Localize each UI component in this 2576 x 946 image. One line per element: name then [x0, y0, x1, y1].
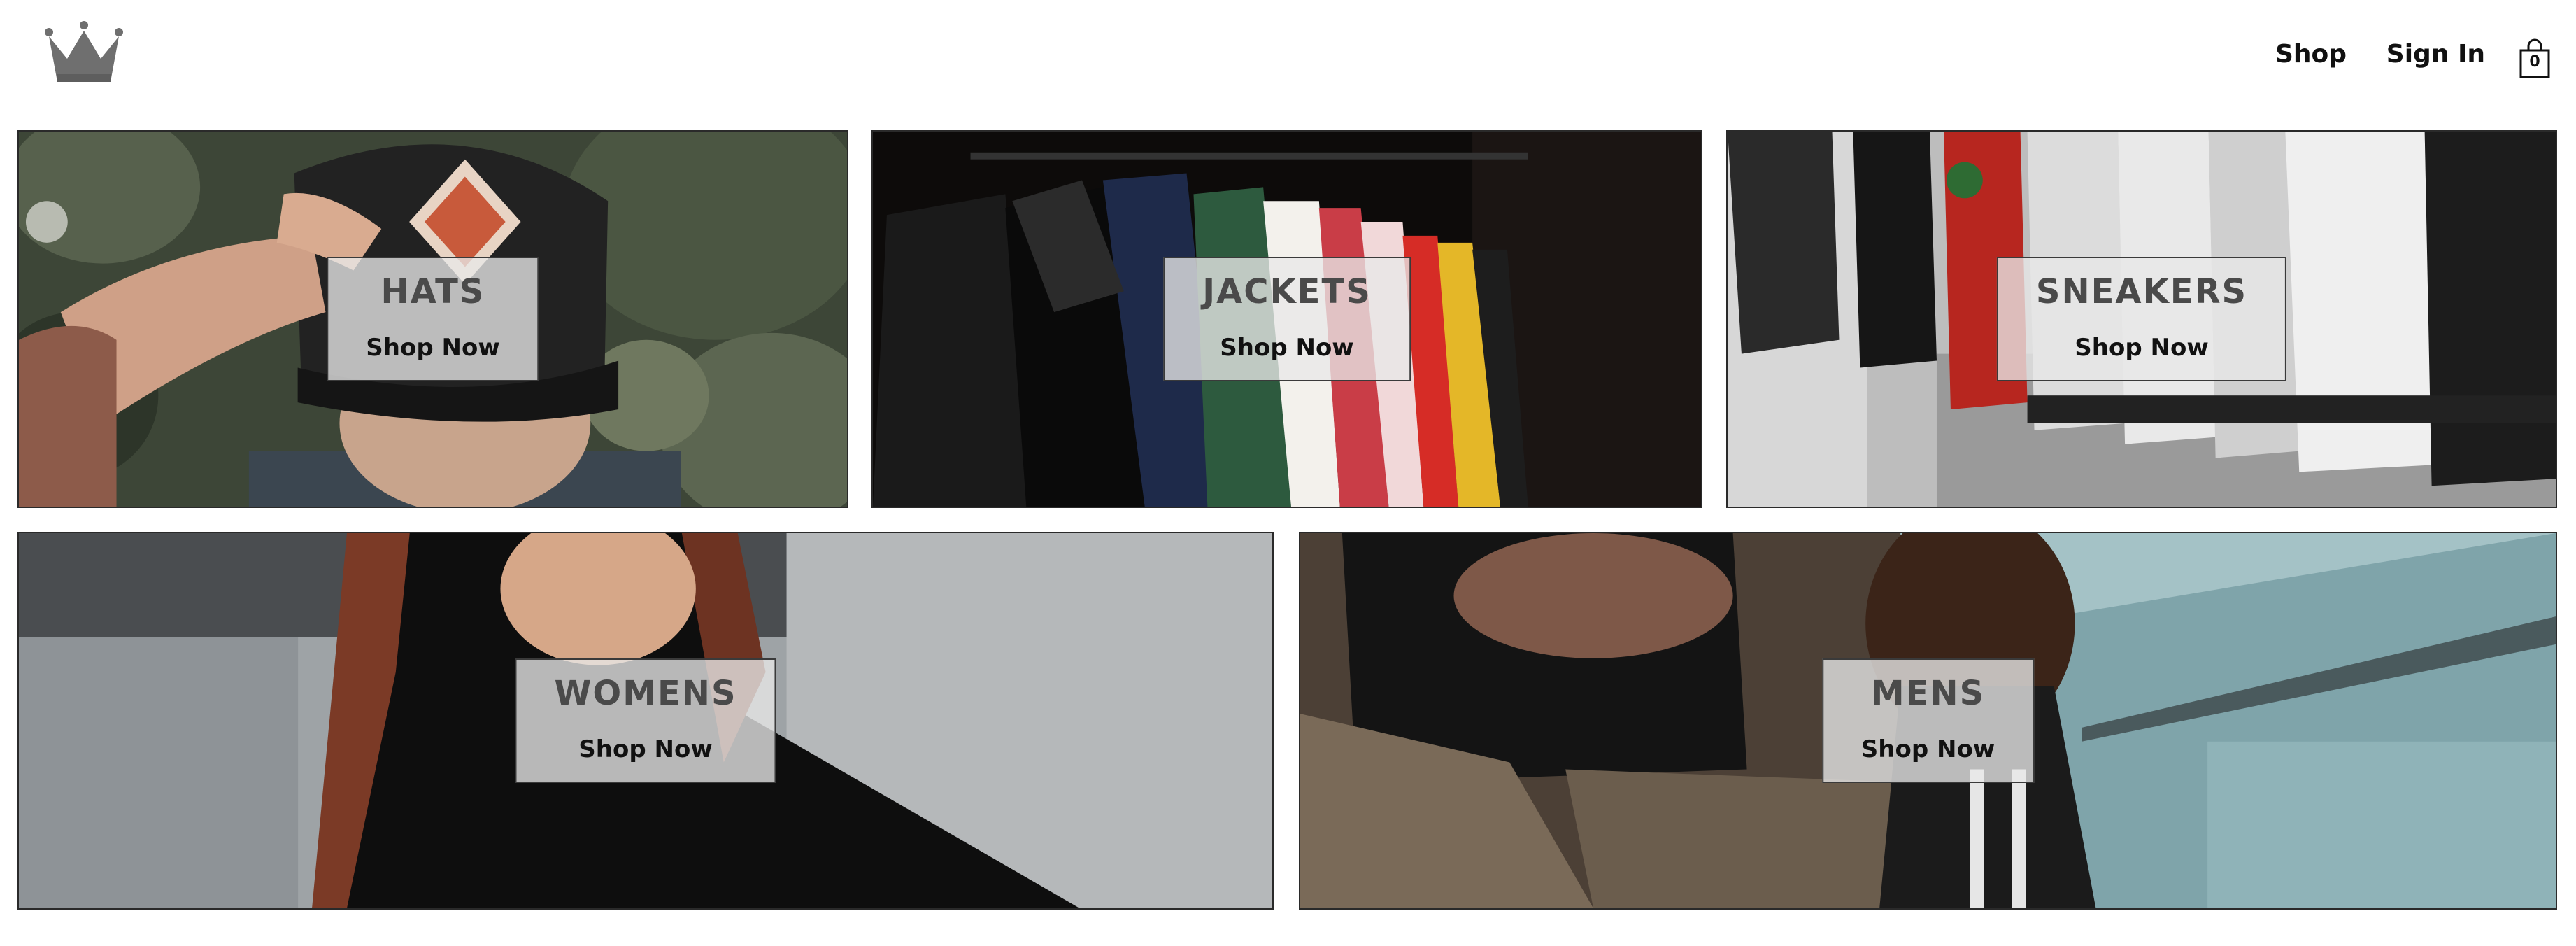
category-title: SNEAKERS: [2035, 272, 2248, 311]
category-tile-jackets[interactable]: JACKETS Shop Now: [871, 130, 1702, 508]
category-label-box[interactable]: JACKETS Shop Now: [1163, 257, 1411, 381]
category-title: JACKETS: [1202, 272, 1372, 311]
shop-now-link[interactable]: Shop Now: [1202, 328, 1372, 367]
cart-button[interactable]: 0: [2517, 38, 2552, 80]
shop-now-link[interactable]: Shop Now: [1861, 730, 1995, 769]
shop-now-link[interactable]: Shop Now: [366, 328, 499, 367]
nav-shop-link[interactable]: Shop: [2275, 20, 2347, 90]
category-label-box[interactable]: WOMENS Shop Now: [515, 658, 776, 783]
category-title: HATS: [380, 272, 485, 311]
category-label-box[interactable]: SNEAKERS Shop Now: [1996, 257, 2287, 381]
category-label-box[interactable]: MENS Shop Now: [1821, 658, 2035, 783]
shop-now-link[interactable]: Shop Now: [554, 730, 736, 769]
category-tile-mens[interactable]: MENS Shop Now: [1299, 532, 2557, 910]
nav-signin-link[interactable]: Sign In: [2386, 20, 2485, 90]
category-tile-womens[interactable]: WOMENS Shop Now: [17, 532, 1274, 910]
category-title: MENS: [1870, 674, 1986, 713]
cart-count: 0: [2529, 53, 2540, 71]
category-label-box[interactable]: HATS Shop Now: [327, 257, 539, 381]
category-title: WOMENS: [554, 674, 737, 713]
crown-logo-icon[interactable]: [41, 15, 128, 89]
category-tile-sneakers[interactable]: SNEAKERS Shop Now: [1726, 130, 2557, 508]
site-header: Shop Sign In 0: [0, 0, 2576, 119]
category-tile-hats[interactable]: HATS Shop Now: [17, 130, 848, 508]
shop-now-link[interactable]: Shop Now: [2036, 328, 2247, 367]
